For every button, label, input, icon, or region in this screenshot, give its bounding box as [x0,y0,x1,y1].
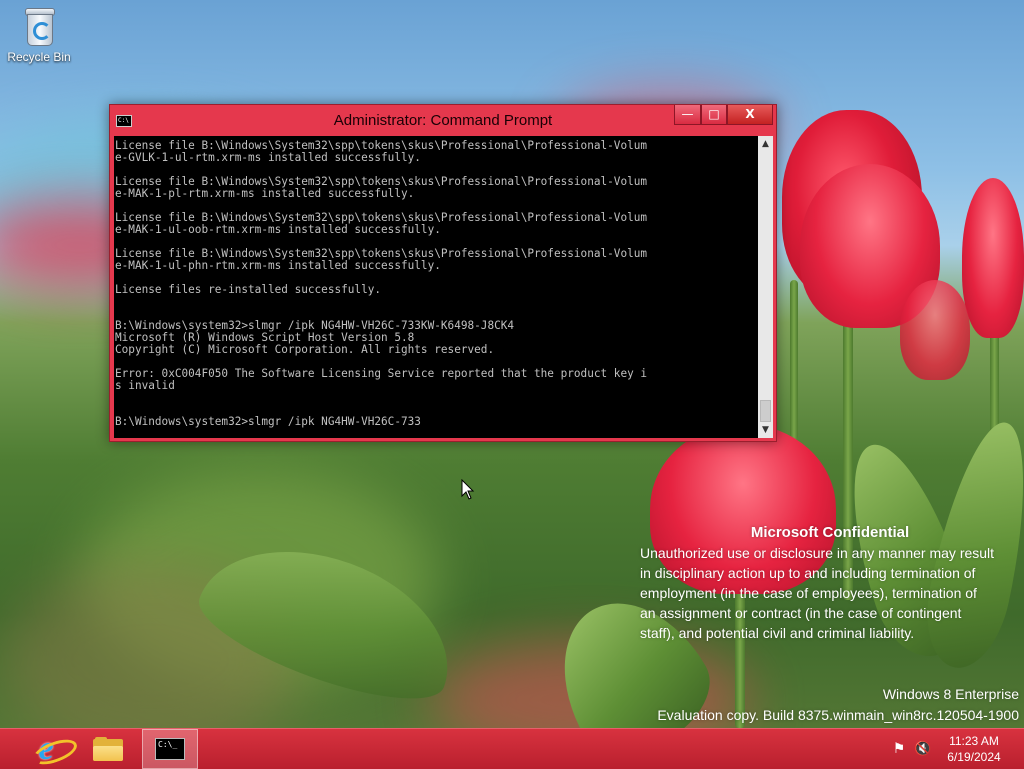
console-text[interactable]: License file B:\Windows\System32\spp\tok… [114,136,758,428]
desktop-icon-recycle-bin[interactable]: Recycle Bin [6,6,72,64]
speaker-muted-icon[interactable]: 🔇 [913,729,933,769]
network-flag-icon[interactable]: ⚑ [889,729,909,769]
confidential-line: staff), and potential civil and criminal… [640,625,915,641]
folder-icon [93,737,123,761]
command-prompt-window[interactable]: C:\ Administrator: Command Prompt — □ X … [109,104,777,442]
scroll-down-arrow-icon[interactable]: ▼ [758,422,773,438]
taskbar-clock[interactable]: 11:23 AM 6/19/2024 [938,733,1010,765]
confidential-title: Microsoft Confidential [750,524,910,541]
confidential-line: Unauthorized use or disclosure in any ma… [640,545,995,561]
internet-explorer-icon: e [30,732,81,769]
clock-time: 11:23 AM [949,734,999,748]
minimize-button[interactable]: — [674,105,701,125]
confidential-line: an assignment or contract (in the case o… [640,605,962,621]
taskbar-internet-explorer[interactable]: e [18,729,81,769]
console-output[interactable]: License file B:\Windows\System32\spp\tok… [114,136,758,438]
clock-date: 6/19/2024 [947,750,1001,764]
maximize-button[interactable]: □ [701,105,727,125]
taskbar-file-explorer[interactable] [80,729,136,769]
taskbar: e C:\_ ⚑ 🔇 11:23 AM 6/19/2024 [0,728,1024,769]
close-button[interactable]: X [727,105,773,125]
cmd-icon: C:\_ [155,738,185,760]
taskbar-command-prompt[interactable]: C:\_ [142,729,198,769]
confidential-line: employment (in the case of employees), t… [640,585,977,601]
edition-name: Windows 8 Enterprise [882,686,1019,702]
recycle-bin-icon [23,6,55,46]
recycle-bin-label: Recycle Bin [7,50,71,64]
confidential-watermark: Microsoft Confidential Unauthorized use … [640,524,1020,643]
vertical-scrollbar[interactable]: ▲ ▼ [758,136,773,438]
window-titlebar[interactable]: C:\ Administrator: Command Prompt — □ X [110,105,776,137]
mouse-pointer-icon [461,479,475,500]
build-string: Evaluation copy. Build 8375.winmain_win8… [657,707,1019,723]
edition-watermark: Windows 8 Enterprise Evaluation copy. Bu… [657,684,1019,726]
scroll-up-arrow-icon[interactable]: ▲ [758,136,773,152]
scroll-thumb[interactable] [760,400,771,422]
confidential-line: in disciplinary action up to and includi… [640,565,976,581]
